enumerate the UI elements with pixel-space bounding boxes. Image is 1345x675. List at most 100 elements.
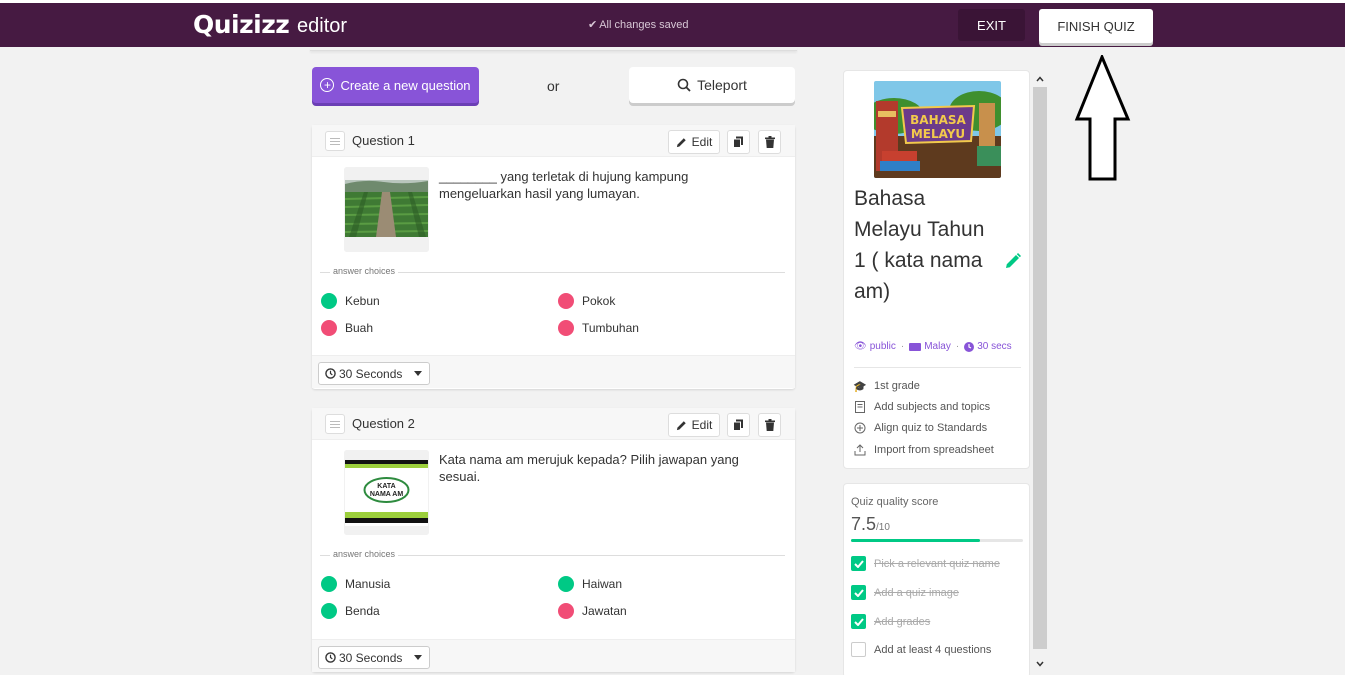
answer-choice-label: Buah xyxy=(345,321,374,335)
question-title: Question 2 xyxy=(352,416,415,431)
edit-question-button[interactable]: Edit xyxy=(668,413,720,437)
quality-check-item[interactable]: Add at least 4 questions xyxy=(851,642,991,657)
grade-label: 1st grade xyxy=(874,380,920,392)
time-limit-dropdown[interactable]: 30 Seconds xyxy=(318,646,430,669)
answer-choice: Kebun xyxy=(321,293,380,309)
quiz-quality-panel: Quiz quality score 7.5/10 Pick a relevan… xyxy=(843,483,1030,675)
trash-icon xyxy=(764,419,775,431)
incorrect-indicator-icon xyxy=(321,320,337,336)
cover-text-1: BAHASA xyxy=(910,113,966,127)
plus-circle-icon xyxy=(854,422,866,434)
header-shadow-strip xyxy=(310,47,797,51)
quiz-meta: 👁 public · Malay · 30 secs xyxy=(854,341,1012,352)
answer-choice-label: Pokok xyxy=(582,294,616,308)
scroll-up-button[interactable] xyxy=(1033,72,1047,86)
visibility-badge[interactable]: 👁 public xyxy=(854,341,896,352)
exit-button[interactable]: EXIT xyxy=(958,9,1025,41)
question-title: Question 1 xyxy=(352,133,415,148)
time-limit-dropdown[interactable]: 30 Seconds xyxy=(318,362,430,385)
edit-label: Edit xyxy=(691,135,713,149)
question-image[interactable] xyxy=(344,167,429,252)
quality-check-label: Pick a relevant quiz name xyxy=(874,557,1000,570)
finish-quiz-button[interactable]: FINISH QUIZ xyxy=(1039,9,1153,43)
svg-text:NAMA AM: NAMA AM xyxy=(370,491,403,498)
quiz-title: Bahasa Melayu Tahun 1 ( kata nama am) xyxy=(854,187,985,303)
upload-icon xyxy=(854,444,866,456)
answer-choice: Manusia xyxy=(321,576,390,592)
top-border xyxy=(0,0,1345,3)
quality-check-item: Add grades xyxy=(851,614,930,629)
edit-question-button[interactable]: Edit xyxy=(668,130,720,154)
save-status: ✔ All changes saved xyxy=(588,18,689,32)
correct-indicator-icon xyxy=(558,576,574,592)
answer-choice-label: Haiwan xyxy=(582,577,623,591)
question-text: ________ yang terletak di hujung kampung… xyxy=(439,169,689,201)
time-limit-value: 30 Seconds xyxy=(339,366,403,381)
svg-text:KATA: KATA xyxy=(377,483,395,490)
add-subjects-label: Add subjects and topics xyxy=(874,401,991,413)
quiz-cover-image[interactable]: BAHASA MELAYU xyxy=(874,81,1001,178)
scroll-down-button[interactable] xyxy=(1033,657,1047,671)
answer-choice: Jawatan xyxy=(558,603,627,619)
correct-indicator-icon xyxy=(321,576,337,592)
top-bar: Quizizz editor ✔ All changes saved EXIT F… xyxy=(0,0,1345,47)
question-header: Question 2 Edit xyxy=(312,408,795,440)
grade-link[interactable]: 🎓 1st grade xyxy=(853,380,920,393)
checkbox-checked-icon xyxy=(851,585,866,600)
meta-separator: · xyxy=(955,341,960,352)
answer-choice: Tumbuhan xyxy=(558,320,639,336)
or-label: or xyxy=(547,78,560,94)
delete-question-button[interactable] xyxy=(758,413,781,437)
eye-icon: 👁 xyxy=(854,341,867,352)
drag-handle-icon[interactable] xyxy=(325,131,345,151)
question-text: Kata nama am merujuk kepada? Pilih jawap… xyxy=(439,452,739,484)
answer-choice: Haiwan xyxy=(558,576,622,592)
answer-choice-label: Kebun xyxy=(345,294,380,308)
chevron-down-icon xyxy=(414,655,422,660)
align-standards-link[interactable]: Align quiz to Standards xyxy=(854,422,987,434)
annotation-arrow-icon xyxy=(1074,55,1131,181)
scrollbar-thumb[interactable] xyxy=(1033,87,1047,649)
quality-check-item: Pick a relevant quiz name xyxy=(851,556,1000,571)
save-status-text: All changes saved xyxy=(599,19,689,31)
time-limit-value: 30 Seconds xyxy=(339,650,403,665)
duplicate-question-button[interactable] xyxy=(727,413,750,437)
answer-choice-label: Jawatan xyxy=(582,604,627,618)
answer-choice-label: Tumbuhan xyxy=(582,321,639,335)
quality-score-bar xyxy=(851,539,1023,542)
duration-badge[interactable]: 30 secs xyxy=(964,341,1012,352)
import-spreadsheet-link[interactable]: Import from spreadsheet xyxy=(854,444,994,456)
answer-choice-label: Manusia xyxy=(345,577,391,591)
quizizz-logo[interactable]: Quizizz xyxy=(193,11,290,39)
incorrect-indicator-icon xyxy=(558,603,574,619)
duplicate-question-button[interactable] xyxy=(727,130,750,154)
checkbox-checked-icon xyxy=(851,556,866,571)
incorrect-indicator-icon xyxy=(558,293,574,309)
tea-plantation-image xyxy=(344,167,429,252)
drag-handle-icon[interactable] xyxy=(325,414,345,434)
incorrect-indicator-icon xyxy=(558,320,574,336)
cover-text-2: MELAYU xyxy=(911,127,965,141)
answer-choices-label: answer choices xyxy=(330,549,399,559)
check-icon: ✔ xyxy=(588,19,598,31)
question-image[interactable]: KATA NAMA AM xyxy=(344,450,429,535)
graduation-cap-icon: 🎓 xyxy=(853,380,867,393)
delete-question-button[interactable] xyxy=(758,130,781,154)
quality-score-value: 7.5 xyxy=(851,514,877,534)
language-badge[interactable]: Malay xyxy=(909,341,951,352)
create-question-button[interactable]: + Create a new question xyxy=(312,67,479,103)
create-question-label: Create a new question xyxy=(340,77,471,93)
pencil-icon xyxy=(676,137,686,147)
quality-check-label: Add a quiz image xyxy=(874,586,959,599)
duration-label: 30 secs xyxy=(977,341,1012,352)
question-footer: 30 Seconds xyxy=(312,639,795,672)
plus-circle-icon: + xyxy=(320,78,335,92)
quality-score-label: Quiz quality score xyxy=(851,496,939,508)
quality-check-label: Add at least 4 questions xyxy=(874,643,992,656)
question-header: Question 1 Edit xyxy=(312,125,795,157)
edit-quiz-title-button[interactable] xyxy=(1005,253,1021,274)
answer-choices-label: answer choices xyxy=(330,266,399,276)
add-subjects-link[interactable]: Add subjects and topics xyxy=(854,401,990,413)
pencil-icon xyxy=(676,420,686,430)
teleport-button[interactable]: Teleport xyxy=(629,67,795,103)
